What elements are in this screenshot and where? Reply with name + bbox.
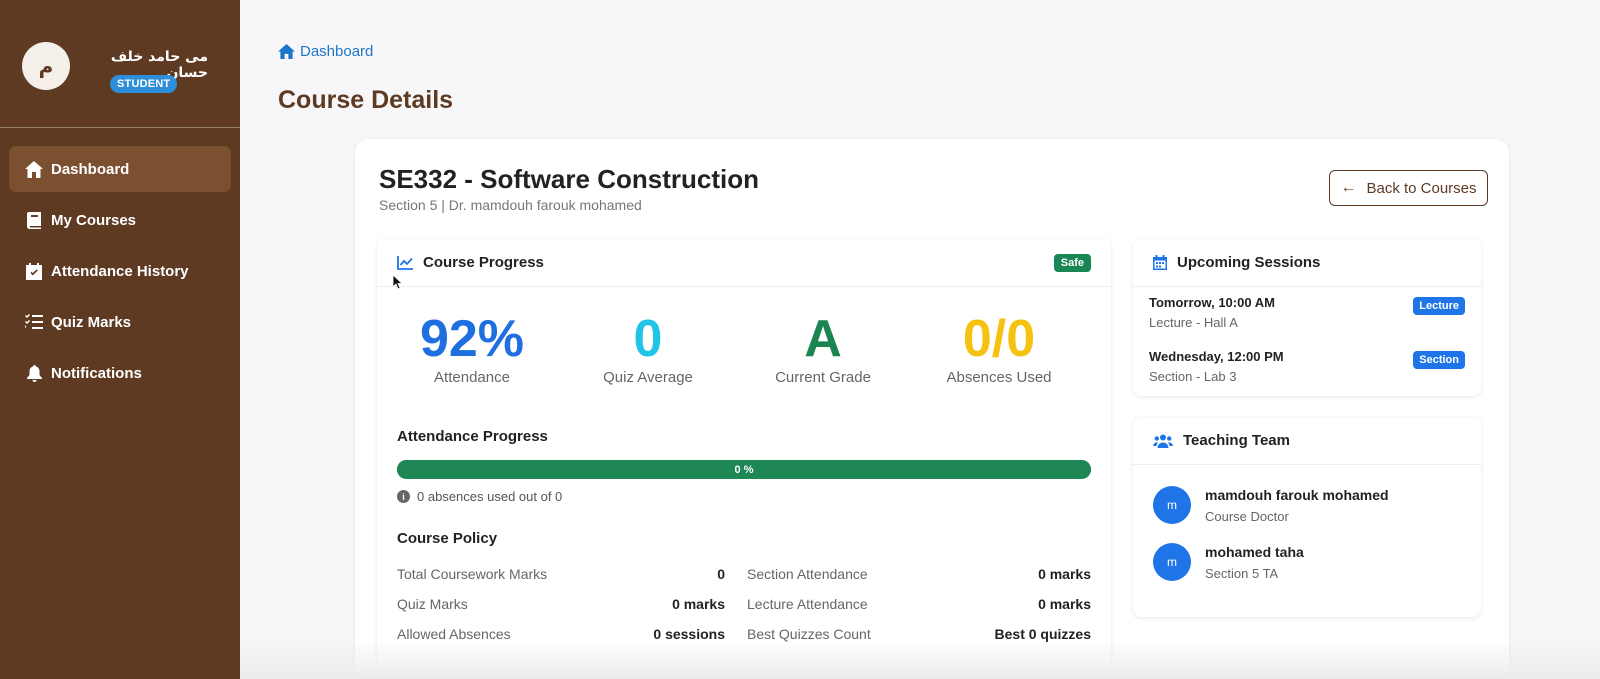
sidebar-item-label: Quiz Marks: [51, 313, 132, 331]
policy-value: 0 marks: [672, 596, 725, 612]
sidebar-item-label: Attendance History: [51, 262, 189, 280]
course-progress-header: Course Progress Safe: [377, 239, 1111, 287]
sidebar-item-attendance-history[interactable]: Attendance History: [9, 248, 231, 294]
policy-row: Total Coursework Marks 0: [397, 566, 725, 584]
sidebar-item-dashboard[interactable]: Dashboard: [9, 146, 231, 192]
team-member[interactable]: m mamdouh farouk mohamed Course Doctor: [1153, 486, 1463, 526]
policy-row: Section Attendance 0 marks: [747, 566, 1091, 584]
page-title: Course Details: [278, 86, 454, 114]
policy-row: Best Quizzes Count Best 0 quizzes: [747, 626, 1091, 644]
stat-quiz-average: 0 Quiz Average: [558, 311, 738, 386]
policy-label: Allowed Absences: [397, 626, 511, 642]
course-details-card: SE332 - Software Construction Section 5 …: [355, 139, 1509, 679]
member-name: mohamed taha: [1205, 544, 1304, 560]
profile-section: م مى حامد خلف حسان STUDENT: [0, 0, 240, 128]
stats-row: 92% Attendance 0 Quiz Average A Current …: [377, 311, 1111, 391]
course-subtitle: Section 5 | Dr. mamdouh farouk mohamed: [379, 197, 642, 213]
policy-value: 0 marks: [1038, 596, 1091, 612]
stat-value: A: [804, 310, 842, 368]
session-place: Lecture - Hall A: [1149, 315, 1238, 330]
stat-value: 0: [633, 310, 663, 368]
course-title: SE332 - Software Construction: [379, 164, 759, 194]
course-progress-panel: Course Progress Safe 92% Attendance 0 Qu…: [377, 239, 1111, 679]
sidebar-item-my-courses[interactable]: My Courses: [9, 197, 231, 243]
upcoming-sessions-header: Upcoming Sessions: [1133, 239, 1481, 287]
bell-icon: [23, 363, 45, 383]
stat-label: Absences Used: [946, 369, 1052, 386]
absence-note: i 0 absences used out of 0: [397, 489, 562, 504]
upcoming-sessions-title: Upcoming Sessions: [1177, 254, 1321, 271]
avatar: m: [1153, 543, 1191, 581]
team-member[interactable]: m mohamed taha Section 5 TA: [1153, 543, 1463, 583]
stat-value: 92%: [419, 310, 525, 368]
stat-current-grade: A Current Grade: [733, 311, 913, 386]
course-progress-title: Course Progress: [423, 254, 544, 271]
member-role: Section 5 TA: [1205, 566, 1279, 581]
mouse-cursor-icon: [393, 275, 403, 290]
course-policy-title: Course Policy: [397, 530, 498, 547]
stat-label: Quiz Average: [603, 369, 693, 386]
session-item[interactable]: Tomorrow, 10:00 AM Lecture - Hall A Lect…: [1149, 295, 1465, 330]
policy-label: Section Attendance: [747, 566, 868, 582]
breadcrumb-dashboard-link[interactable]: Dashboard: [300, 43, 373, 60]
home-icon: [23, 159, 45, 179]
arrow-left-icon: ←: [1340, 179, 1357, 196]
policy-label: Best Quizzes Count: [747, 626, 871, 642]
policy-row: Lecture Attendance 0 marks: [747, 596, 1091, 614]
users-icon: [1153, 434, 1173, 448]
policy-value: Best 0 quizzes: [994, 626, 1091, 642]
sidebar-item-quiz-marks[interactable]: Quiz Marks: [9, 299, 231, 345]
back-to-courses-button[interactable]: ← Back to Courses: [1329, 170, 1488, 206]
member-name: mamdouh farouk mohamed: [1205, 487, 1389, 503]
policy-value: 0 marks: [1038, 566, 1091, 582]
session-place: Section - Lab 3: [1149, 369, 1237, 384]
session-type-badge: Lecture: [1413, 297, 1465, 315]
breadcrumb[interactable]: Dashboard: [278, 43, 373, 60]
member-role: Course Doctor: [1205, 509, 1289, 524]
list-check-icon: [23, 312, 45, 332]
policy-value: 0 sessions: [653, 626, 725, 642]
stat-value: 0/0: [962, 310, 1036, 368]
teaching-team-header: Teaching Team: [1133, 417, 1481, 465]
info-icon: i: [397, 490, 410, 503]
session-type-badge: Section: [1413, 351, 1465, 369]
policy-row: Allowed Absences 0 sessions: [397, 626, 725, 644]
teaching-team-panel: Teaching Team m mamdouh farouk mohamed C…: [1133, 417, 1481, 617]
book-icon: [23, 210, 45, 230]
session-item[interactable]: Wednesday, 12:00 PM Section - Lab 3 Sect…: [1149, 349, 1465, 384]
home-icon: [278, 44, 295, 59]
policy-value: 0: [717, 566, 725, 582]
stat-label: Attendance: [434, 369, 510, 386]
sidebar-item-notifications[interactable]: Notifications: [9, 350, 231, 396]
stat-attendance: 92% Attendance: [382, 311, 562, 386]
sidebar-item-label: Dashboard: [51, 160, 130, 178]
avatar: m: [1153, 486, 1191, 524]
upcoming-sessions-panel: Upcoming Sessions Tomorrow, 10:00 AM Lec…: [1133, 239, 1481, 396]
stat-label: Current Grade: [775, 369, 871, 386]
sidebar-item-label: Notifications: [51, 364, 142, 382]
policy-label: Lecture Attendance: [747, 596, 868, 612]
chart-line-icon: [397, 255, 413, 270]
teaching-team-title: Teaching Team: [1183, 432, 1290, 449]
attendance-progress-title: Attendance Progress: [397, 428, 548, 445]
policy-label: Total Coursework Marks: [397, 566, 548, 582]
stat-absences-used: 0/0 Absences Used: [909, 311, 1089, 386]
sidebar-item-label: My Courses: [51, 211, 137, 229]
role-badge: STUDENT: [110, 75, 178, 93]
policy-row: Quiz Marks 0 marks: [397, 596, 725, 614]
attendance-progress-bar: 0 %: [397, 460, 1091, 479]
status-badge: Safe: [1053, 254, 1091, 272]
sidebar: م مى حامد خلف حسان STUDENT Dashboard My …: [0, 0, 240, 679]
back-to-courses-label: Back to Courses: [1366, 179, 1477, 197]
policy-label: Quiz Marks: [397, 596, 468, 612]
absence-note-text: 0 absences used out of 0: [417, 489, 563, 504]
attendance-progress-percent: 0 %: [734, 463, 754, 476]
sidebar-nav: Dashboard My Courses Attendance History …: [0, 146, 240, 401]
avatar[interactable]: م: [22, 42, 70, 90]
calendar-icon: [1153, 255, 1167, 270]
calendar-check-icon: [23, 261, 45, 281]
